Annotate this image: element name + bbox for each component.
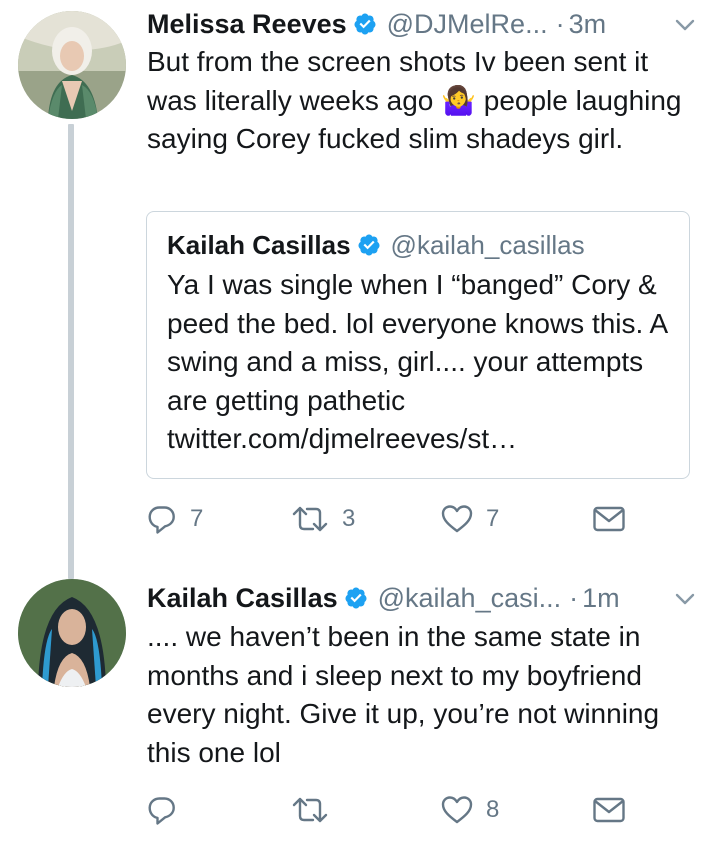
quoted-tweet-header: Kailah Casillas @kailah_casillas: [167, 228, 585, 262]
author-name[interactable]: Kailah Casillas: [147, 583, 338, 614]
tweet-header: Kailah Casillas @kailah_casi... · 1m: [147, 578, 696, 618]
quoted-author-handle: @kailah_casillas: [390, 229, 585, 260]
reply-button[interactable]: [146, 790, 190, 830]
avatar-melissa-reeves[interactable]: [18, 11, 126, 119]
reply-count: 7: [190, 505, 204, 532]
chevron-down-icon[interactable]: [674, 14, 696, 36]
tweet-timestamp[interactable]: 1m: [582, 583, 620, 614]
direct-message-button[interactable]: [592, 790, 626, 830]
thread-connector-line: [68, 124, 74, 579]
tweet-melissa-reeves[interactable]: Melissa Reeves @DJMelRe... · 3m But from…: [0, 0, 714, 579]
retweet-button[interactable]: 3: [290, 499, 355, 539]
author-name[interactable]: Melissa Reeves: [147, 9, 347, 40]
quoted-tweet[interactable]: Kailah Casillas @kailah_casillas Ya I wa…: [146, 211, 690, 479]
tweet-timestamp[interactable]: 3m: [569, 9, 607, 40]
tweet-header: Melissa Reeves @DJMelRe... · 3m: [147, 4, 696, 44]
verified-badge-icon: [354, 13, 376, 35]
reply-button[interactable]: 7: [146, 499, 203, 539]
direct-message-button[interactable]: [592, 499, 626, 539]
author-handle[interactable]: @kailah_casi...: [378, 583, 562, 614]
retweet-icon: [292, 797, 328, 823]
like-count: 7: [486, 505, 500, 532]
tweet-text: .... we haven’t been in the same state i…: [147, 621, 660, 768]
reply-icon: [148, 506, 175, 534]
tweet-text: But from the screen shots Iv been sent i…: [147, 46, 682, 154]
reply-icon: [148, 797, 175, 825]
verified-badge-icon: [358, 234, 380, 256]
like-count: 8: [486, 796, 500, 823]
quoted-author-name: Kailah Casillas: [167, 229, 351, 260]
tweet-actions: 8: [146, 790, 646, 830]
verified-badge-icon: [345, 587, 367, 609]
retweet-button[interactable]: [290, 790, 342, 830]
like-icon: [441, 796, 473, 824]
time-separator: ·: [555, 8, 565, 39]
tweet-kailah-casillas[interactable]: Kailah Casillas @kailah_casi... · 1m ...…: [0, 575, 714, 842]
retweet-count: 3: [342, 505, 356, 532]
like-button[interactable]: 8: [440, 790, 499, 830]
tweet-actions: 7 3 7: [146, 499, 646, 539]
time-separator: ·: [569, 582, 579, 613]
author-handle[interactable]: @DJMelRe...: [387, 9, 548, 40]
direct-message-icon: [593, 797, 625, 823]
retweet-icon: [292, 506, 328, 532]
chevron-down-icon[interactable]: [674, 588, 696, 610]
like-icon: [441, 505, 473, 533]
quoted-tweet-text: Ya I was single when I “banged” Cory & p…: [167, 269, 667, 454]
avatar-kailah-casillas[interactable]: [18, 579, 126, 687]
like-button[interactable]: 7: [440, 499, 499, 539]
direct-message-icon: [593, 506, 625, 532]
